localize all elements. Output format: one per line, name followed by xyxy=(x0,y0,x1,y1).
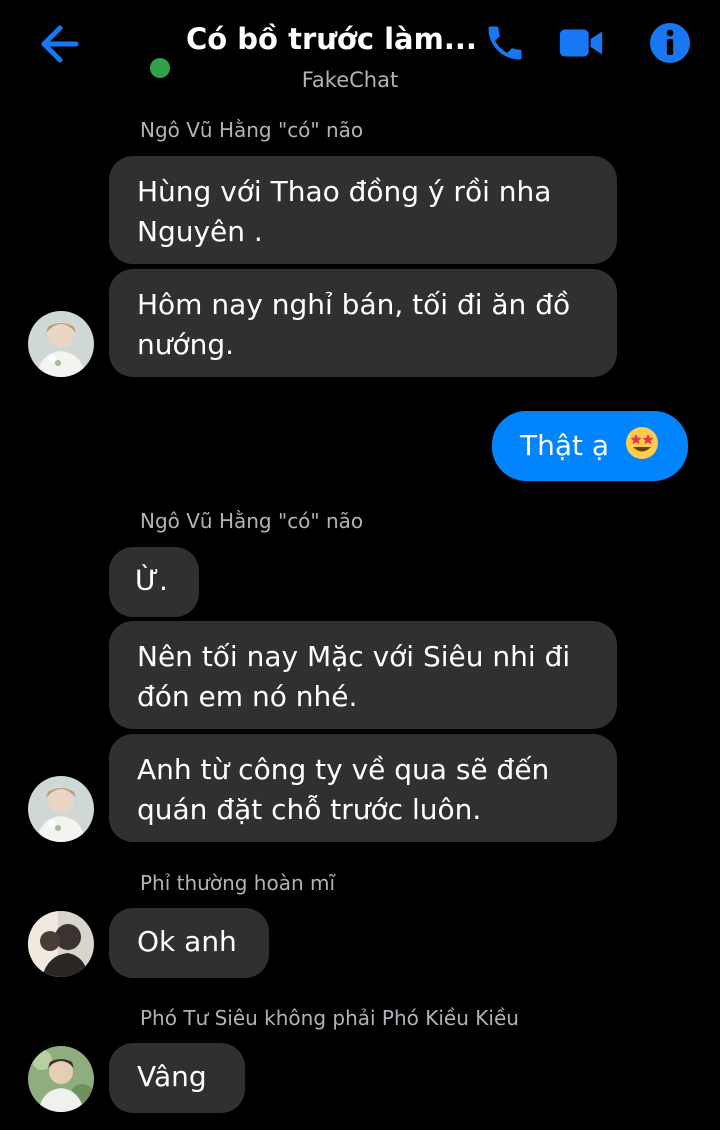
conversation-subtitle: FakeChat xyxy=(301,68,399,92)
call-button[interactable] xyxy=(480,18,530,68)
star-struck-emoji xyxy=(626,427,658,459)
video-call-button[interactable] xyxy=(556,18,606,68)
sender-name: Ngô Vũ Hằng "có" não xyxy=(140,118,364,142)
message-text: Ok anh xyxy=(137,925,237,958)
message-text: Ừ. xyxy=(135,564,168,597)
message-text: Hôm nay nghỉ bán, tối đi ăn đồ nướng. xyxy=(137,288,571,361)
info-button[interactable] xyxy=(645,18,695,68)
avatar[interactable] xyxy=(28,311,94,377)
conversation-title[interactable]: Có bồ trước làm... xyxy=(186,22,476,56)
message-bubble-mine[interactable]: Thật ạ xyxy=(492,411,688,481)
message-text: Nên tối nay Mặc với Siêu nhi đi đón em n… xyxy=(137,640,571,713)
avatar[interactable] xyxy=(28,1046,94,1112)
message-text: Thật ạ xyxy=(520,429,610,462)
sender-name: Ngô Vũ Hằng "có" não xyxy=(140,509,364,533)
message-text: Hùng với Thao đồng ý rồi nha Nguyên . xyxy=(137,175,552,248)
message-text: Anh từ công ty về qua sẽ đến quán đặt ch… xyxy=(137,753,550,826)
message-bubble[interactable]: Vâng xyxy=(109,1043,245,1113)
message-bubble[interactable]: Nên tối nay Mặc với Siêu nhi đi đón em n… xyxy=(109,621,617,729)
online-status-dot xyxy=(150,58,170,78)
message-bubble[interactable]: Ừ. xyxy=(109,547,199,617)
back-button[interactable] xyxy=(34,20,82,68)
message-bubble[interactable]: Hùng với Thao đồng ý rồi nha Nguyên . xyxy=(109,156,617,264)
chat-header: Có bồ trước làm... FakeChat xyxy=(0,0,720,104)
avatar[interactable] xyxy=(28,776,94,842)
avatar[interactable] xyxy=(28,911,94,977)
sender-name: Phỉ thường hoàn mĩ xyxy=(140,871,336,895)
message-bubble[interactable]: Ok anh xyxy=(109,908,269,978)
message-text: Vâng xyxy=(137,1060,207,1093)
message-bubble[interactable]: Anh từ công ty về qua sẽ đến quán đặt ch… xyxy=(109,734,617,842)
info-icon xyxy=(650,23,690,63)
phone-icon xyxy=(488,26,522,60)
sender-name: Phó Tư Siêu không phải Phó Kiều Kiều xyxy=(140,1006,519,1030)
back-arrow-icon xyxy=(41,25,79,63)
message-bubble[interactable]: Hôm nay nghỉ bán, tối đi ăn đồ nướng. xyxy=(109,269,617,377)
video-icon xyxy=(559,29,603,57)
